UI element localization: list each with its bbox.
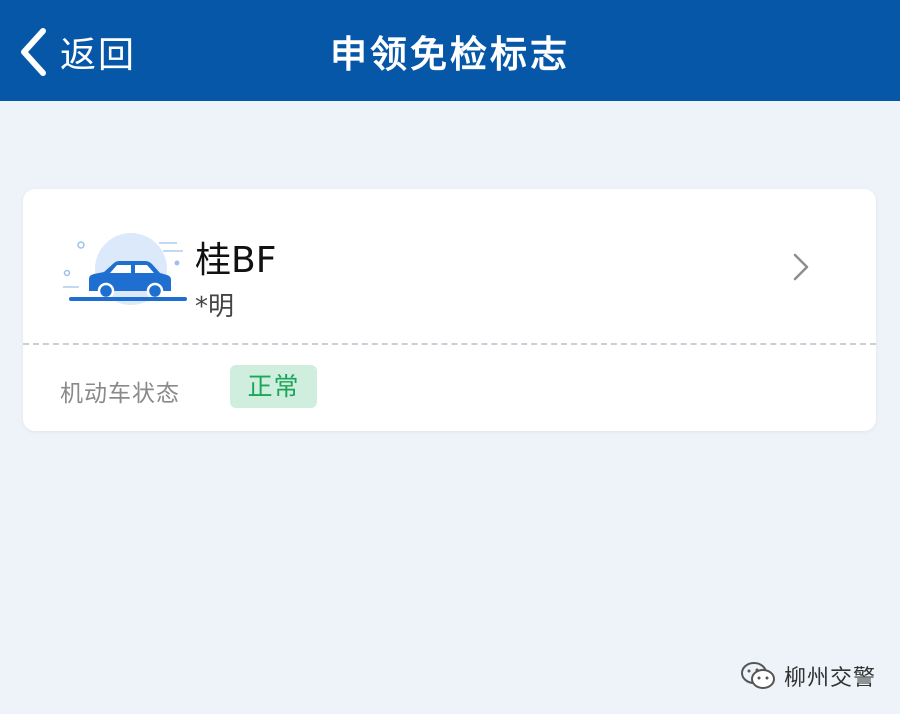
back-label: 返回 (60, 35, 137, 76)
vehicle-row[interactable]: 桂BF *明 (23, 189, 876, 344)
license-plate: 桂BF (195, 240, 277, 281)
car-icon (63, 233, 187, 305)
chevron-right-icon (793, 253, 809, 281)
back-button[interactable]: 返回 (18, 26, 136, 78)
owner-name: *明 (195, 292, 235, 322)
vehicle-status-label: 机动车状态 (60, 381, 180, 407)
watermark: 柳州交警 (740, 660, 876, 692)
dashed-divider (23, 343, 876, 345)
chevron-left-icon (21, 28, 46, 76)
wechat-icon (741, 662, 775, 689)
watermark-text: 柳州交警 (784, 666, 877, 691)
top-navigation-bar: 返回 申领免检标志 (0, 0, 900, 101)
status-badge: 正常 (230, 365, 317, 408)
vehicle-card: 桂BF *明 机动车状态 正常 (23, 189, 876, 431)
